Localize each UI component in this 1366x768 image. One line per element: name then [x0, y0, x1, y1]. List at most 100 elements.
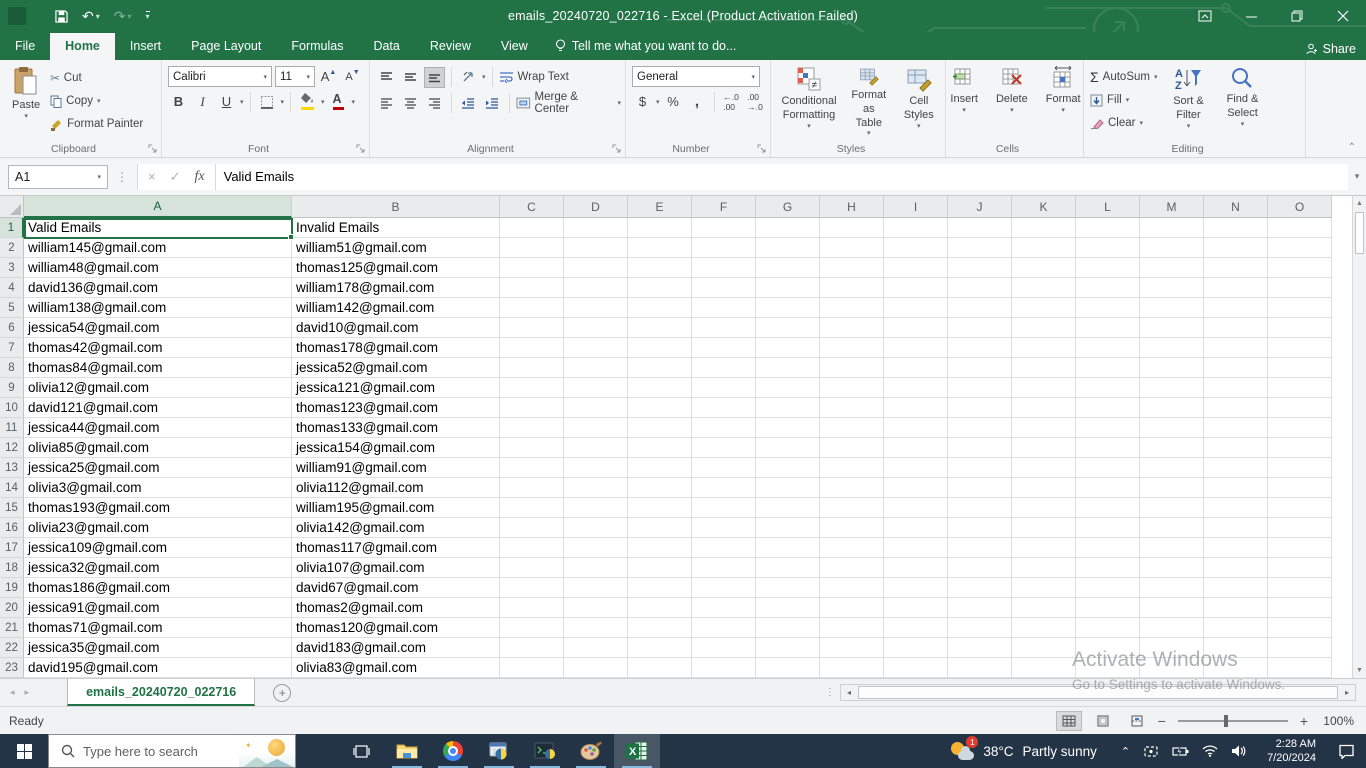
- font-family-select[interactable]: Calibri▾: [168, 66, 272, 87]
- cell-N19[interactable]: [1204, 578, 1268, 598]
- cell-L15[interactable]: [1076, 498, 1140, 518]
- cell-N23[interactable]: [1204, 658, 1268, 678]
- zoom-out-icon[interactable]: −: [1158, 713, 1166, 729]
- cell-J17[interactable]: [948, 538, 1012, 558]
- chrome-icon[interactable]: [430, 734, 476, 768]
- cell-L1[interactable]: [1076, 218, 1140, 238]
- cell-A15[interactable]: thomas193@gmail.com: [24, 498, 292, 518]
- cell-B16[interactable]: olivia142@gmail.com: [292, 518, 500, 538]
- cell-K22[interactable]: [1012, 638, 1076, 658]
- row-header-3[interactable]: 3: [0, 258, 24, 278]
- underline-dropdown[interactable]: ▾: [240, 98, 244, 106]
- font-size-select[interactable]: 11▾: [275, 66, 315, 87]
- insert-function-icon[interactable]: fx: [195, 169, 205, 185]
- cell-G2[interactable]: [756, 238, 820, 258]
- cell-M10[interactable]: [1140, 398, 1204, 418]
- cell-F3[interactable]: [692, 258, 756, 278]
- cell-L4[interactable]: [1076, 278, 1140, 298]
- sort-filter-button[interactable]: AZ Sort & Filter▾: [1165, 64, 1211, 141]
- cell-I14[interactable]: [884, 478, 948, 498]
- cell-A22[interactable]: jessica35@gmail.com: [24, 638, 292, 658]
- cell-D16[interactable]: [564, 518, 628, 538]
- cell-B13[interactable]: william91@gmail.com: [292, 458, 500, 478]
- cell-L2[interactable]: [1076, 238, 1140, 258]
- cell-B19[interactable]: david67@gmail.com: [292, 578, 500, 598]
- cell-L9[interactable]: [1076, 378, 1140, 398]
- cell-N1[interactable]: [1204, 218, 1268, 238]
- cell-K3[interactable]: [1012, 258, 1076, 278]
- cell-L16[interactable]: [1076, 518, 1140, 538]
- cell-C15[interactable]: [500, 498, 564, 518]
- cell-E18[interactable]: [628, 558, 692, 578]
- cell-H4[interactable]: [820, 278, 884, 298]
- cell-H12[interactable]: [820, 438, 884, 458]
- column-header-A[interactable]: A: [24, 196, 292, 218]
- cell-O15[interactable]: [1268, 498, 1332, 518]
- cell-C19[interactable]: [500, 578, 564, 598]
- cell-D23[interactable]: [564, 658, 628, 678]
- tab-formulas[interactable]: Formulas: [276, 33, 358, 60]
- cell-K17[interactable]: [1012, 538, 1076, 558]
- font-dialog-launcher-icon[interactable]: [356, 144, 366, 154]
- cell-G6[interactable]: [756, 318, 820, 338]
- cell-G12[interactable]: [756, 438, 820, 458]
- cell-C22[interactable]: [500, 638, 564, 658]
- cell-L18[interactable]: [1076, 558, 1140, 578]
- cell-A20[interactable]: jessica91@gmail.com: [24, 598, 292, 618]
- cell-J19[interactable]: [948, 578, 1012, 598]
- cell-H21[interactable]: [820, 618, 884, 638]
- cell-L14[interactable]: [1076, 478, 1140, 498]
- row-header-18[interactable]: 18: [0, 558, 24, 578]
- cell-B1[interactable]: Invalid Emails: [292, 218, 500, 238]
- cell-I2[interactable]: [884, 238, 948, 258]
- cell-C14[interactable]: [500, 478, 564, 498]
- increase-indent-button[interactable]: [482, 93, 503, 114]
- cell-G15[interactable]: [756, 498, 820, 518]
- cell-J15[interactable]: [948, 498, 1012, 518]
- cell-J23[interactable]: [948, 658, 1012, 678]
- cell-I13[interactable]: [884, 458, 948, 478]
- close-icon[interactable]: [1320, 0, 1366, 32]
- cell-B5[interactable]: william142@gmail.com: [292, 298, 500, 318]
- cell-E12[interactable]: [628, 438, 692, 458]
- column-header-K[interactable]: K: [1012, 196, 1076, 218]
- merge-center-button[interactable]: Merge & Center▾: [516, 92, 621, 114]
- cell-D22[interactable]: [564, 638, 628, 658]
- horizontal-scrollbar[interactable]: ◂ ▸: [840, 684, 1356, 701]
- task-view-icon[interactable]: [338, 734, 384, 768]
- cast-icon[interactable]: [1143, 745, 1159, 758]
- name-box[interactable]: A1▾: [8, 165, 108, 189]
- decrease-decimal-button[interactable]: .00→.0: [745, 91, 766, 112]
- cell-C8[interactable]: [500, 358, 564, 378]
- column-header-H[interactable]: H: [820, 196, 884, 218]
- cell-J7[interactable]: [948, 338, 1012, 358]
- weather-widget[interactable]: 1 38°C Partly sunny: [936, 740, 1110, 762]
- cell-M8[interactable]: [1140, 358, 1204, 378]
- cell-F19[interactable]: [692, 578, 756, 598]
- cell-B3[interactable]: thomas125@gmail.com: [292, 258, 500, 278]
- row-header-10[interactable]: 10: [0, 398, 24, 418]
- cell-D8[interactable]: [564, 358, 628, 378]
- vertical-scrollbar[interactable]: ▲ ▼: [1352, 196, 1366, 678]
- cell-E16[interactable]: [628, 518, 692, 538]
- cell-F11[interactable]: [692, 418, 756, 438]
- cell-O20[interactable]: [1268, 598, 1332, 618]
- cell-H15[interactable]: [820, 498, 884, 518]
- tab-insert[interactable]: Insert: [115, 33, 176, 60]
- row-header-1[interactable]: 1: [0, 218, 24, 238]
- cell-I22[interactable]: [884, 638, 948, 658]
- cut-button[interactable]: ✂Cut: [50, 67, 143, 89]
- cell-B15[interactable]: william195@gmail.com: [292, 498, 500, 518]
- row-header-2[interactable]: 2: [0, 238, 24, 258]
- font-color-dropdown[interactable]: ▾: [352, 98, 356, 106]
- cell-C11[interactable]: [500, 418, 564, 438]
- cell-N2[interactable]: [1204, 238, 1268, 258]
- cell-J14[interactable]: [948, 478, 1012, 498]
- cell-K1[interactable]: [1012, 218, 1076, 238]
- sheet-tab[interactable]: emails_20240720_022716: [67, 679, 255, 706]
- cell-G20[interactable]: [756, 598, 820, 618]
- cell-O19[interactable]: [1268, 578, 1332, 598]
- cell-K9[interactable]: [1012, 378, 1076, 398]
- orientation-dropdown[interactable]: ▾: [482, 73, 486, 81]
- row-header-12[interactable]: 12: [0, 438, 24, 458]
